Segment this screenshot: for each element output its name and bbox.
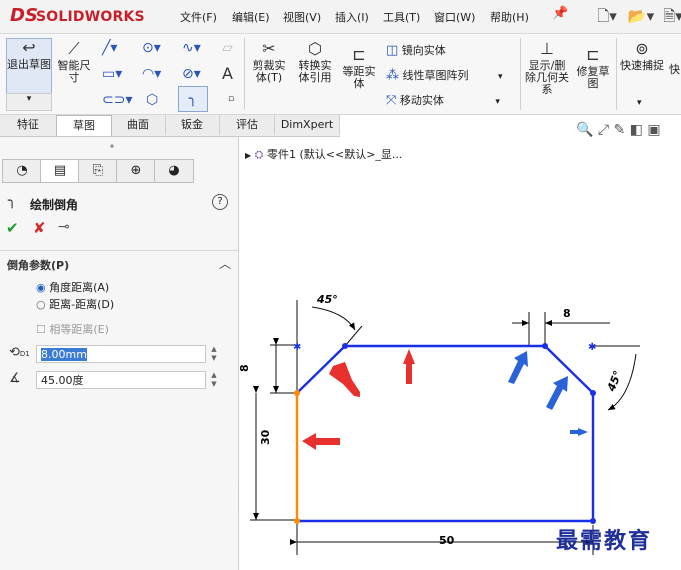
annotation-arrows	[302, 349, 588, 450]
sketch-drawing: ✱ ✱ 8 50 45° 8 30 45°	[238, 293, 640, 555]
virtual-sharp-icon: ✱	[588, 342, 596, 353]
sketch-vertex[interactable]	[342, 343, 348, 349]
dim-angle-left[interactable]: 45°	[316, 293, 338, 306]
red-arrow-icon	[329, 362, 360, 397]
left-angle-arc	[311, 306, 356, 331]
dim-height[interactable]: 30	[259, 429, 272, 445]
blue-arrow-icon	[570, 428, 588, 436]
red-arrow-icon	[302, 433, 340, 450]
red-arrow-icon	[403, 349, 415, 384]
sketch-vertex[interactable]	[294, 518, 300, 524]
dim-top-chamfer[interactable]: 8	[563, 307, 571, 320]
sketch-vertex[interactable]	[590, 390, 596, 396]
sketch-vertex[interactable]	[294, 390, 300, 396]
dimension-lines	[250, 300, 640, 555]
blue-arrow-icon	[546, 376, 568, 410]
dim-angle-right[interactable]: 45°	[604, 369, 624, 394]
right-chamfer-edge[interactable]	[544, 345, 594, 394]
dim-width[interactable]: 50	[439, 534, 455, 547]
watermark-text: 最需教育	[556, 528, 653, 554]
blue-arrow-icon	[508, 351, 528, 384]
virtual-sharp-icon: ✱	[293, 342, 301, 353]
sketch-vertex[interactable]	[542, 343, 548, 349]
extension-line	[344, 325, 363, 347]
dim-left-chamfer[interactable]: 8	[238, 364, 251, 372]
